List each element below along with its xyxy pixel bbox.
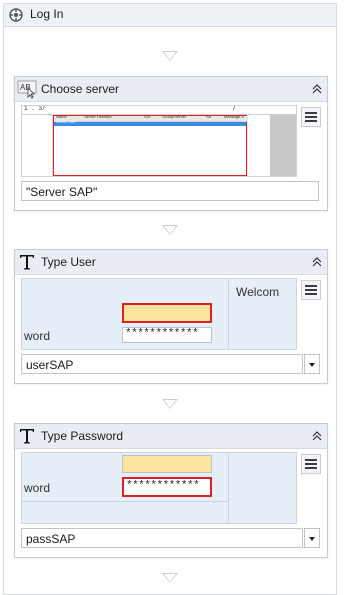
- activity-header: Type User: [15, 250, 327, 275]
- user-text-value: userSAP: [26, 358, 74, 372]
- collapse-icon[interactable]: [311, 430, 323, 442]
- hamburger-menu-icon[interactable]: [301, 280, 321, 300]
- username-target-highlight: [122, 303, 212, 323]
- collapse-icon[interactable]: [311, 83, 323, 95]
- activity-title: Type Password: [41, 429, 124, 443]
- hamburger-menu-icon[interactable]: [301, 107, 321, 127]
- password-text-input[interactable]: passSAP: [21, 528, 303, 548]
- sequence-header[interactable]: Log In: [4, 4, 336, 27]
- column-header: Group/Server: [162, 114, 187, 119]
- password-field-preview: ************: [122, 327, 212, 343]
- chevron-down-icon[interactable]: [304, 354, 320, 374]
- thumbnail-divider: [228, 453, 229, 523]
- password-label-fragment: word: [24, 329, 51, 343]
- thumbnail-divider: [228, 279, 229, 349]
- thumbnail-left-pane: [22, 115, 53, 176]
- flow-arrow-icon: [162, 399, 178, 409]
- indicated-screen-thumbnail[interactable]: word ************: [21, 452, 297, 524]
- activity-type-password[interactable]: Type Password word ************ passSAP: [14, 423, 328, 558]
- column-header: Server Descript: [84, 114, 112, 119]
- chevron-down-icon[interactable]: [304, 528, 320, 548]
- server-name-value: "Server SAP": [26, 185, 98, 199]
- type-into-icon: [20, 255, 34, 270]
- thumbnail-toolbar-text: 1 . 3/: [24, 105, 46, 112]
- flow-arrow-icon: [162, 573, 178, 583]
- flow-arrow-icon: [162, 225, 178, 235]
- sequence-icon: [9, 8, 23, 22]
- selected-row-text: Server SAP: [56, 119, 77, 124]
- masked-password: ************: [126, 480, 200, 492]
- username-field-preview: [122, 455, 212, 473]
- welcome-text-fragment: Welcom: [236, 285, 280, 299]
- select-item-icon: AB: [17, 80, 37, 99]
- column-header: Message S: [224, 114, 245, 119]
- hamburger-menu-icon[interactable]: [301, 454, 321, 474]
- activity-type-user[interactable]: Type User word ************ Welcom userS…: [14, 249, 328, 384]
- thumbnail-right-gap: [248, 115, 270, 176]
- collapse-icon[interactable]: [311, 256, 323, 268]
- indicated-screen-thumbnail[interactable]: word ************ Welcom: [21, 278, 297, 350]
- column-header: SID: [144, 114, 151, 119]
- password-label-fragment: word: [24, 481, 51, 495]
- sequence-title: Log In: [30, 7, 64, 21]
- flow-arrow-icon: [162, 51, 178, 61]
- indicated-screen-thumbnail[interactable]: 1 . 3/ 7 Name Server Descript SID Group/…: [21, 105, 297, 177]
- user-text-input[interactable]: userSAP: [21, 354, 303, 374]
- password-text-value: passSAP: [26, 532, 76, 546]
- password-target-highlight: ************: [122, 477, 212, 497]
- thumbnail-selected-row: Server SAP: [54, 119, 246, 126]
- activity-header: AB Choose server: [15, 77, 327, 102]
- masked-password: ************: [125, 328, 199, 340]
- activity-header: Type Password: [15, 424, 327, 449]
- activity-choose-server[interactable]: AB Choose server 1 . 3/ 7 Name Server De…: [14, 76, 328, 211]
- server-name-input[interactable]: "Server SAP": [21, 181, 319, 201]
- column-header: Sa: [206, 114, 211, 119]
- type-into-icon: [20, 429, 34, 444]
- activity-title: Type User: [41, 255, 96, 269]
- thumbnail-scroll-area: [270, 115, 296, 176]
- thumbnail-server-list: Name Server Descript SID Group/Server Sa…: [53, 114, 248, 176]
- thumbnail-toolbar-page: 7: [232, 105, 236, 112]
- activity-title: Choose server: [41, 82, 120, 96]
